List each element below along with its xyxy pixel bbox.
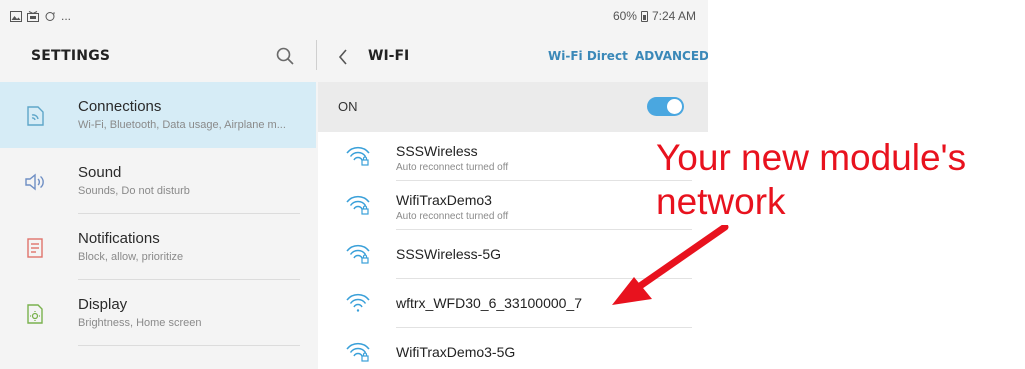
settings-header: SETTINGS — [0, 32, 316, 82]
image-icon — [10, 10, 22, 22]
network-item[interactable]: SSSWireless Auto reconnect turned off — [318, 132, 708, 181]
back-arrow-icon[interactable] — [336, 46, 350, 68]
status-system: 60% 7:24 AM — [613, 9, 696, 23]
status-notifications: ... — [10, 9, 71, 23]
wifi-direct-button[interactable]: Wi-Fi Direct — [548, 49, 628, 63]
annotation-line-2: network — [656, 181, 786, 222]
network-name: WifiTraxDemo3-5G — [396, 344, 516, 360]
settings-item-title: Notifications — [78, 230, 160, 247]
settings-item-display[interactable]: Display Brightness, Home screen — [0, 280, 316, 346]
list-divider — [78, 345, 300, 346]
annotation-text: Your new module's network — [656, 136, 966, 224]
battery-icon — [640, 10, 648, 22]
clock: 7:24 AM — [651, 9, 696, 23]
settings-item-title: Display — [78, 296, 128, 313]
wifi-on-label: ON — [338, 99, 358, 114]
network-status: Auto reconnect turned off — [396, 162, 509, 173]
network-name: wftrx_WFD30_6_33100000_7 — [396, 295, 583, 311]
panel-divider — [316, 40, 317, 70]
network-name: WifiTraxDemo3 — [396, 192, 492, 208]
wifi-header: WI-FI Wi-Fi Direct ADVANCED — [318, 32, 708, 82]
wifi-locked-icon — [346, 342, 370, 362]
connections-icon — [27, 106, 44, 126]
settings-item-sound[interactable]: Sound Sounds, Do not disturb — [0, 148, 316, 214]
settings-list: Connections Wi-Fi, Bluetooth, Data usage… — [0, 82, 316, 346]
settings-item-title: Sound — [78, 164, 122, 181]
battery-percent: 60% — [612, 9, 637, 23]
sound-icon — [25, 173, 44, 191]
advanced-button[interactable]: ADVANCED — [635, 49, 708, 63]
network-status: Auto reconnect turned off — [396, 211, 509, 222]
red-arrow-icon — [612, 225, 729, 305]
wifi-locked-icon — [346, 195, 370, 215]
search-icon[interactable] — [274, 45, 296, 67]
wifi-toggle[interactable] — [647, 97, 684, 116]
wifi-title: WI-FI — [368, 48, 410, 64]
display-icon — [27, 304, 43, 324]
network-item[interactable]: WifiTraxDemo3-5G — [318, 328, 708, 369]
wifi-locked-icon — [346, 244, 370, 264]
settings-item-connections[interactable]: Connections Wi-Fi, Bluetooth, Data usage… — [0, 82, 316, 148]
settings-item-subtitle: Sounds, Do not disturb — [78, 185, 190, 197]
notifications-icon — [27, 238, 43, 258]
settings-item-subtitle: Brightness, Home screen — [78, 317, 202, 329]
network-name: SSSWireless-5G — [396, 246, 502, 262]
annotation-line-1: Your new module's — [656, 137, 967, 178]
sync-icon — [45, 11, 55, 21]
settings-item-title: Connections — [78, 98, 162, 115]
status-bar: ... 60% 7:24 AM — [0, 0, 708, 32]
wifi-locked-icon — [346, 146, 370, 166]
status-ellipsis: ... — [61, 9, 72, 23]
network-name: SSSWireless — [396, 143, 478, 159]
settings-item-notifications[interactable]: Notifications Block, allow, prioritize — [0, 214, 316, 280]
settings-item-subtitle: Wi-Fi, Bluetooth, Data usage, Airplane m… — [78, 119, 286, 131]
wifi-icon — [346, 293, 370, 312]
wifi-toggle-row[interactable]: ON — [318, 82, 708, 132]
media-icon — [27, 10, 39, 22]
network-item[interactable]: WifiTraxDemo3 Auto reconnect turned off — [318, 181, 708, 230]
settings-item-subtitle: Block, allow, prioritize — [78, 251, 184, 263]
toggle-knob — [667, 99, 682, 114]
settings-title: SETTINGS — [31, 48, 111, 64]
